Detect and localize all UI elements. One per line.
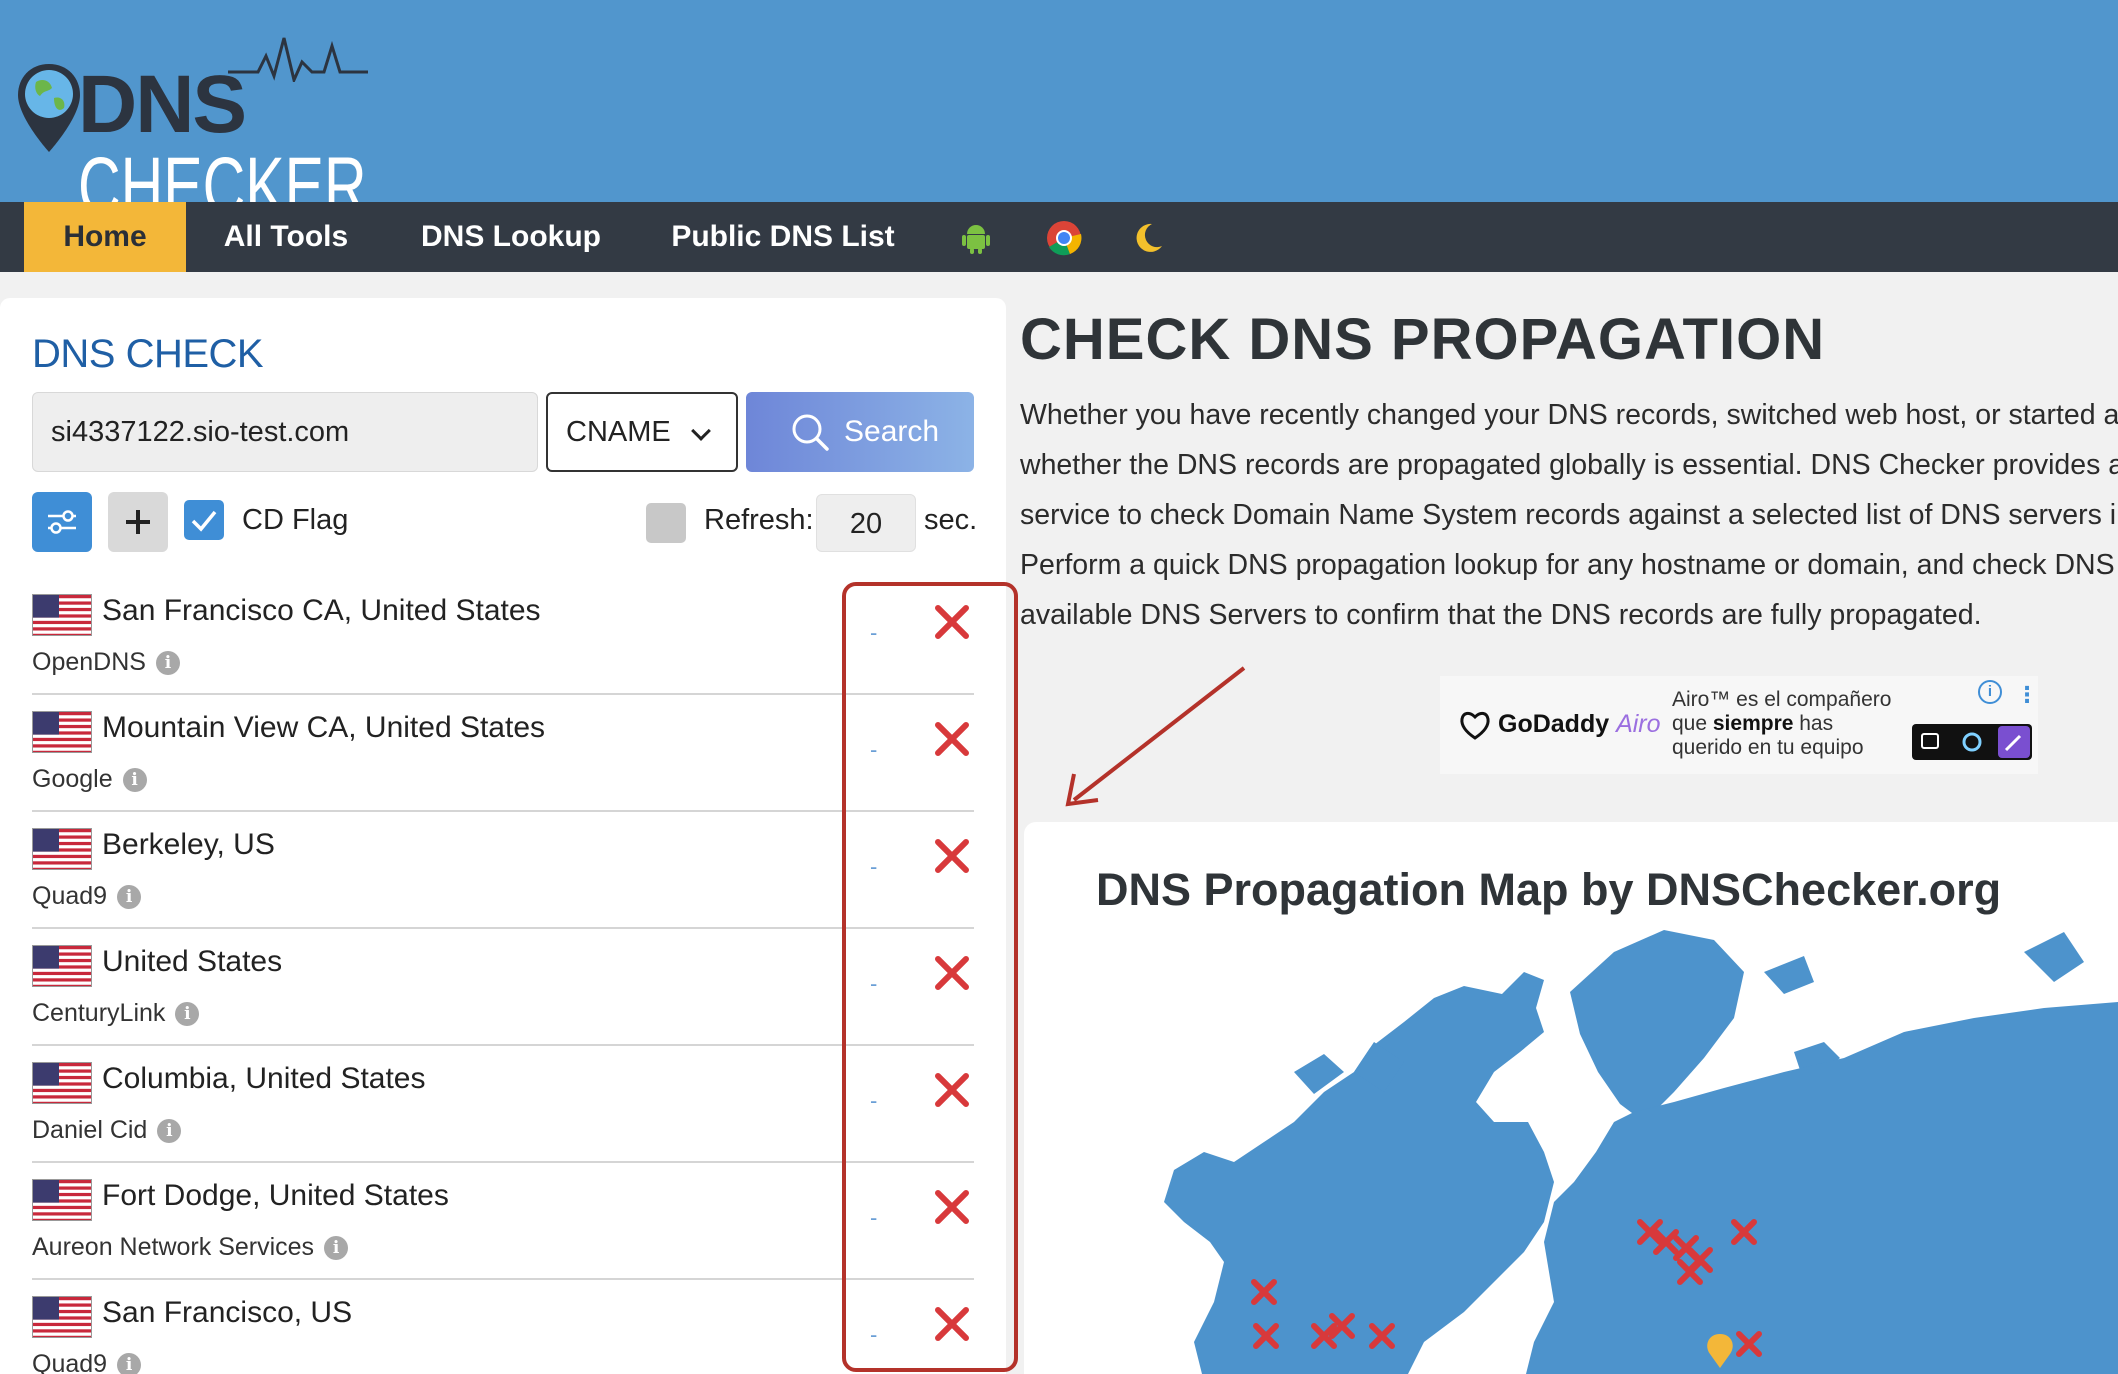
server-provider: Quad9 i [32,882,142,911]
us-flag-icon [33,829,91,869]
search-button[interactable]: Search [746,392,974,472]
red-arrow-annotation [1065,666,1246,807]
provider-name: OpenDNS [32,648,146,676]
flag-icon [32,594,92,636]
description-line: Whether you have recently changed your D… [1020,399,2118,431]
search-label: Search [844,415,940,448]
godaddy-logo-icon [1460,711,1490,740]
provider-name: CenturyLink [32,999,166,1027]
refresh-label: Refresh: [704,504,814,536]
result-row: Mountain View CA, United States Google i … [32,695,974,812]
provider-name: Google [32,765,113,793]
us-flag-icon [33,1180,91,1220]
result-row: Columbia, United States Daniel Cid i - [32,1046,974,1163]
moon-icon[interactable] [1130,220,1166,256]
info-icon[interactable]: i [157,1119,182,1143]
site-header: DNSCHECKER [0,0,2118,228]
result-row: Berkeley, US Quad9 i - [32,812,974,929]
ad-info-icon[interactable]: i [1978,680,2002,704]
main-nav: Home All Tools DNS Lookup Public DNS Lis… [0,202,2118,272]
record-type-select[interactable]: CNAME [546,392,738,472]
provider-name: Quad9 [32,1350,108,1374]
chevron-down-icon [691,421,711,441]
sliders-icon [48,510,76,534]
result-row: San Francisco CA, United States OpenDNS i… [32,578,974,695]
description-line: service to check Domain Name System reco… [1020,499,2118,531]
ad-text: Airo™ es el compañero que siempre has qu… [1672,688,1892,759]
server-provider: Daniel Cid i [32,1116,182,1145]
domain-input[interactable] [32,392,538,472]
cd-flag-checkbox[interactable] [184,500,224,540]
server-provider: Google i [32,765,147,794]
globe-pin-icon [18,64,80,152]
page-title: CHECK DNS PROPAGATION [1020,307,1826,372]
add-server-button[interactable] [108,492,168,552]
server-provider: OpenDNS i [32,648,180,677]
page-description: Whether you have recently changed your D… [1020,390,2118,640]
provider-name: Daniel Cid [32,1116,148,1144]
nav-dns-lookup[interactable]: DNS Lookup [400,202,622,272]
server-location: Columbia, United States [102,1062,426,1095]
nav-all-tools[interactable]: All Tools [200,202,372,272]
info-icon[interactable]: i [324,1236,349,1260]
provider-name: Aureon Network Services [32,1233,315,1261]
info-icon[interactable]: i [155,651,180,675]
search-icon [792,414,829,451]
server-location: Berkeley, US [102,828,275,861]
ad-menu-icon[interactable]: ⋮ [2016,682,2038,708]
result-row: Fort Dodge, United States Aureon Network… [32,1163,974,1280]
info-icon[interactable]: i [175,1002,200,1026]
nav-public-dns-list[interactable]: Public DNS List [660,202,906,272]
chrome-icon[interactable] [1046,220,1082,256]
android-icon[interactable] [958,220,994,256]
refresh-interval-input[interactable]: 20 [816,494,916,552]
info-icon[interactable]: i [122,768,147,792]
checkmark-icon [191,510,217,532]
ad-app-icons [1912,724,2032,760]
cd-flag-label: CD Flag [242,504,349,536]
panel-title: DNS CHECK [32,332,264,376]
server-location: San Francisco, US [102,1296,353,1329]
plus-icon [126,510,150,534]
info-icon[interactable]: i [117,1353,142,1374]
dnschecker-logo[interactable]: DNSCHECKER [14,37,444,228]
us-flag-icon [33,1297,91,1337]
record-type-value: CNAME [566,416,671,448]
server-provider: Quad9 i [32,1350,142,1374]
advertisement-banner[interactable]: GoDaddy Airo Airo™ es el compañero que s… [1440,676,2038,774]
flag-icon [32,945,92,987]
world-map[interactable] [1024,822,2118,1374]
flag-icon [32,1062,92,1104]
ad-brand: GoDaddy Airo [1498,710,1661,738]
us-flag-icon [33,946,91,986]
results-list: San Francisco CA, United States OpenDNS i… [32,578,974,1374]
server-location: United States [102,945,283,978]
filter-settings-button[interactable] [32,492,92,552]
seconds-label: sec. [924,504,978,536]
server-location: San Francisco CA, United States [102,594,541,627]
provider-name: Quad9 [32,882,108,910]
description-line: whether the DNS records are propagated g… [1020,449,2118,481]
server-location: Fort Dodge, United States [102,1179,449,1212]
result-row: San Francisco, US Quad9 i - [32,1280,974,1374]
server-provider: CenturyLink i [32,999,200,1028]
server-location: Mountain View CA, United States [102,711,546,744]
server-provider: Aureon Network Services i [32,1233,349,1262]
us-flag-icon [33,712,91,752]
description-line: Perform a quick DNS propagation lookup f… [1020,549,2118,581]
auto-refresh-checkbox[interactable] [646,503,686,543]
flag-icon [32,828,92,870]
info-icon[interactable]: i [117,885,142,909]
propagation-map-panel: DNS Propagation Map by DNSChecker.org [1024,822,2118,1374]
app-icons-icon [1921,726,2030,758]
result-row: United States CenturyLink i - [32,929,974,1046]
us-flag-icon [33,595,91,635]
nav-home[interactable]: Home [24,202,186,272]
flag-icon [32,1179,92,1221]
description-line: available DNS Servers to confirm that th… [1020,599,1982,631]
flag-icon [32,1296,92,1338]
results-highlight-box [842,582,1018,1372]
flag-icon [32,711,92,753]
us-flag-icon [33,1063,91,1103]
